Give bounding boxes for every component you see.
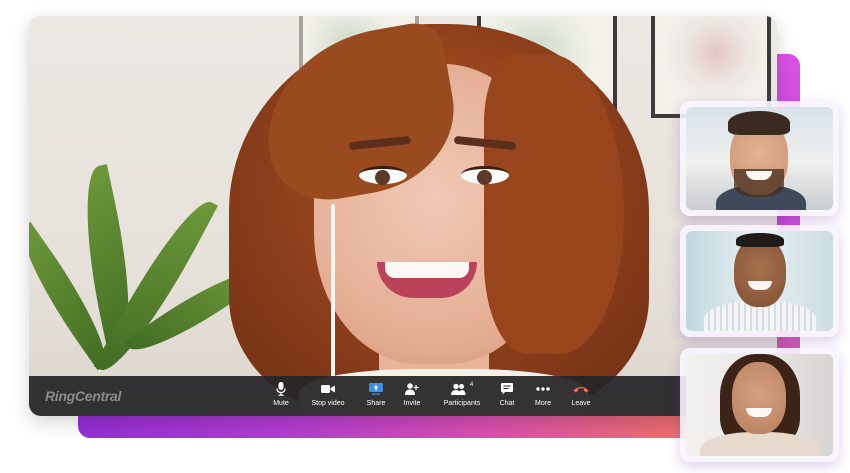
mute-button[interactable]: Mute [267, 376, 295, 407]
leave-button[interactable]: Leave [565, 376, 597, 407]
chat-button[interactable]: Chat [493, 376, 521, 407]
participant-hair [736, 233, 784, 247]
participant-thumbnail[interactable] [680, 101, 839, 216]
share-screen-icon [369, 382, 383, 396]
participants-icon: 4 [450, 382, 474, 396]
microphone-icon [276, 382, 286, 396]
stop-video-label: Stop video [311, 400, 345, 407]
video-meeting-stage: RingCentral Mute Stop video Share Invite… [0, 0, 850, 473]
meeting-toolbar: RingCentral Mute Stop video Share Invite… [29, 376, 777, 416]
participants-button[interactable]: 4 Participants [435, 376, 489, 407]
speaker-eye [461, 166, 509, 185]
mute-label: Mute [273, 400, 289, 407]
participant-thumbnail[interactable] [680, 348, 839, 462]
active-speaker [209, 18, 669, 416]
invite-label: Invite [403, 400, 421, 407]
more-label: More [535, 400, 551, 407]
participant-body [700, 432, 820, 456]
participants-count-badge: 4 [469, 382, 474, 388]
share-button[interactable]: Share [359, 376, 393, 407]
active-speaker-video[interactable] [29, 16, 777, 416]
chat-label: Chat [499, 400, 515, 407]
phone-hangup-icon [573, 382, 589, 396]
brand-logo: RingCentral [45, 388, 122, 404]
main-video-window: RingCentral Mute Stop video Share Invite… [29, 16, 777, 416]
participants-label: Participants [443, 400, 481, 407]
video-camera-icon [321, 382, 335, 396]
participant-face [732, 362, 786, 434]
participant-video [686, 354, 833, 456]
more-button[interactable]: More [527, 376, 559, 407]
add-person-icon [405, 382, 419, 396]
chat-bubble-icon [501, 382, 513, 396]
participant-hair [728, 111, 790, 135]
more-dots-icon [536, 382, 550, 396]
participant-video [686, 231, 833, 331]
participant-video [686, 107, 833, 210]
leave-label: Leave [571, 400, 591, 407]
earbud-wire [331, 204, 335, 404]
stop-video-button[interactable]: Stop video [299, 376, 357, 407]
participant-thumbnail[interactable] [680, 225, 839, 337]
invite-button[interactable]: Invite [395, 376, 429, 407]
participant-face [734, 237, 786, 307]
toolbar-controls: Mute Stop video Share Invite 4 Participa… [267, 376, 597, 416]
share-label: Share [366, 400, 386, 407]
speaker-eye [359, 166, 407, 185]
